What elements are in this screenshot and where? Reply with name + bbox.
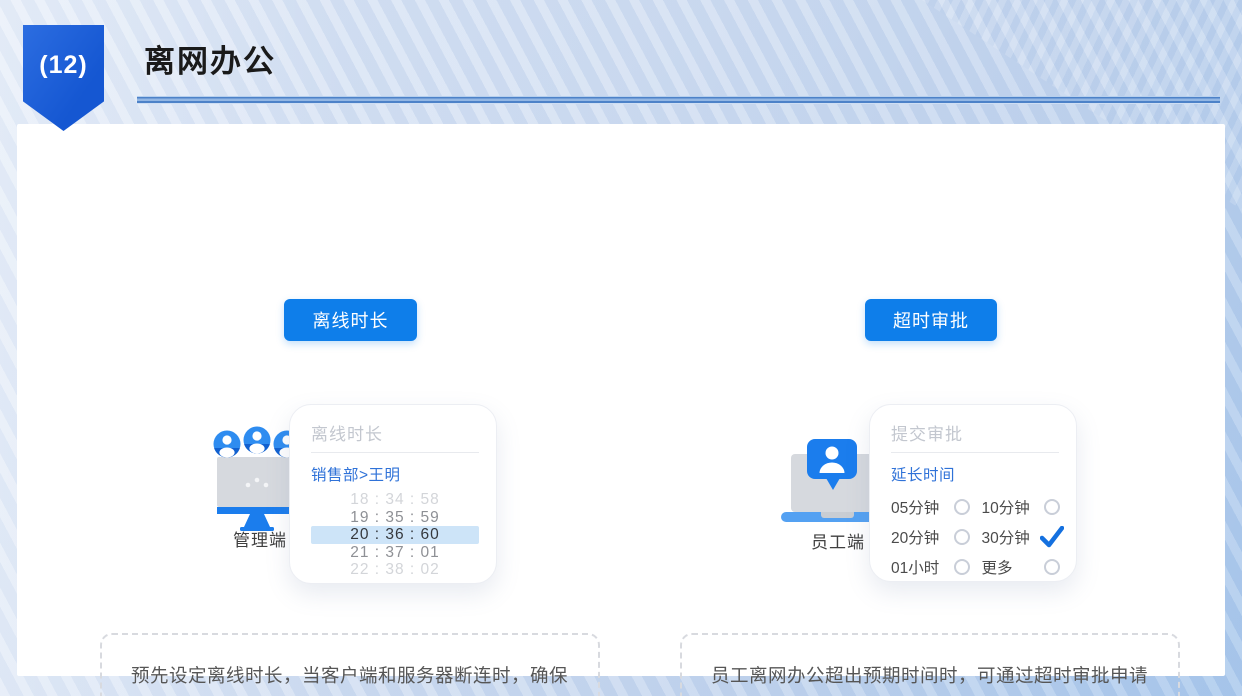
content-panel: 离线时长 超时审批 <box>17 124 1225 676</box>
user-avatar-icon <box>244 427 271 454</box>
offline-description-box: 预先设定离线时长，当客户端和服务器断连时，确保员工可正常使用密文，保证正常办公状… <box>100 633 600 696</box>
time-row[interactable]: 22 : 38 : 02 <box>311 561 479 579</box>
duration-options: 05分钟 10分钟 20分钟 <box>891 497 1060 576</box>
time-picker: 18 : 34 : 58 19 : 35 : 59 20 : 36 : 60 2… <box>311 491 479 579</box>
offline-duration-button[interactable]: 离线时长 <box>284 299 417 341</box>
card-divider <box>891 452 1059 453</box>
offline-duration-card: 离线时长 销售部>王明 18 : 34 : 58 19 : 35 : 59 20… <box>289 404 497 584</box>
radio-icon[interactable] <box>954 499 970 515</box>
time-row[interactable]: 18 : 34 : 58 <box>311 491 479 509</box>
duration-option-05min[interactable]: 05分钟 <box>891 497 970 516</box>
radio-icon[interactable] <box>1044 559 1060 575</box>
user-avatar-icon <box>214 431 241 458</box>
duration-option-more[interactable]: 更多 <box>982 557 1061 576</box>
approval-description: 员工离网办公超出预期时间时，可通过超时审批申请延长离网时间，确保业务持续运行。 <box>711 657 1149 696</box>
radio-icon[interactable] <box>954 559 970 575</box>
extend-time-label: 延长时间 <box>891 463 1055 485</box>
card-header: 离线时长 <box>311 420 475 445</box>
slide-number: (12) <box>39 51 87 131</box>
slide-number-badge: (12) <box>23 25 104 131</box>
overtime-approval-button[interactable]: 超时审批 <box>865 299 997 341</box>
duration-option-01hour[interactable]: 01小时 <box>891 557 970 576</box>
offline-description: 预先设定离线时长，当客户端和服务器断连时，确保员工可正常使用密文，保证正常办公状… <box>131 657 569 696</box>
slide: (12) 离网办公 离线时长 超时审批 <box>0 0 1242 696</box>
card-divider <box>311 452 479 453</box>
card-header: 提交审批 <box>891 420 1055 445</box>
approval-card: 提交审批 延长时间 05分钟 10分钟 <box>869 404 1077 582</box>
user-path: 销售部>王明 <box>311 463 475 485</box>
page-title: 离网办公 <box>144 36 276 81</box>
time-row[interactable]: 19 : 35 : 59 <box>311 509 479 527</box>
time-row[interactable]: 20 : 36 : 60 <box>311 526 479 544</box>
title-underline <box>137 96 1220 104</box>
duration-option-10min[interactable]: 10分钟 <box>982 497 1061 516</box>
duration-option-20min[interactable]: 20分钟 <box>891 527 970 546</box>
approval-description-box: 员工离网办公超出预期时间时，可通过超时审批申请延长离网时间，确保业务持续运行。 <box>680 633 1180 696</box>
radio-icon[interactable] <box>954 529 970 545</box>
radio-icon[interactable] <box>1044 499 1060 515</box>
time-row[interactable]: 21 : 37 : 01 <box>311 544 479 562</box>
check-icon <box>1040 526 1064 548</box>
duration-option-30min[interactable]: 30分钟 <box>982 527 1061 546</box>
